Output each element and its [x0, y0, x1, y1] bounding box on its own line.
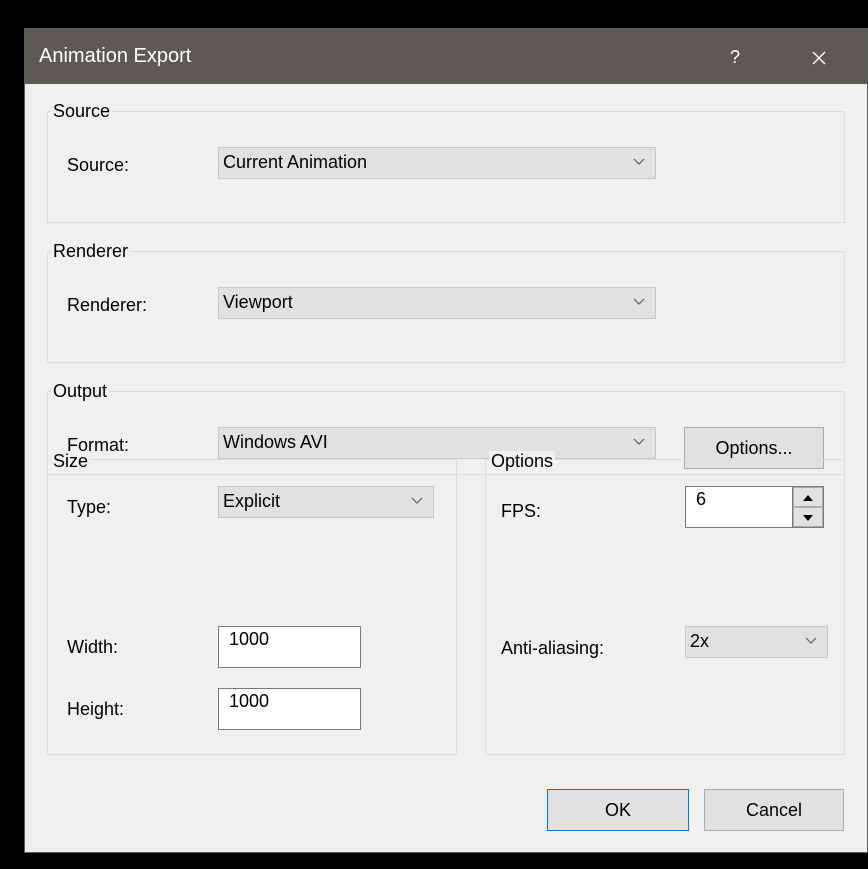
- fps-increment-button[interactable]: [793, 487, 823, 507]
- source-group-label: Source: [51, 101, 113, 122]
- format-dropdown-value: Windows AVI: [223, 432, 328, 452]
- source-dropdown-value: Current Animation: [223, 152, 368, 172]
- fps-field-value: 6: [696, 489, 707, 509]
- size-group-label: Size: [51, 451, 91, 472]
- fps-field[interactable]: 6: [685, 486, 793, 528]
- height-field[interactable]: 1000: [218, 688, 361, 730]
- width-field-value: 1000: [229, 629, 270, 649]
- chevron-down-icon: [633, 438, 645, 445]
- fps-stepper: [792, 486, 824, 528]
- anti-aliasing-dropdown-value: 2x: [690, 631, 710, 651]
- anti-aliasing-dropdown[interactable]: 2x: [685, 626, 828, 658]
- cancel-button[interactable]: Cancel: [704, 789, 844, 831]
- renderer-dropdown[interactable]: Viewport: [218, 287, 656, 319]
- fps-decrement-button[interactable]: [793, 507, 823, 527]
- size-type-label: Type:: [67, 497, 112, 517]
- animation-export-dialog: Animation Export ? Source Source: Curren…: [24, 28, 868, 853]
- source-dropdown[interactable]: Current Animation: [218, 147, 656, 179]
- close-button[interactable]: [797, 37, 841, 77]
- ok-button[interactable]: OK: [547, 789, 689, 831]
- options-group-label: Options: [489, 451, 556, 472]
- width-label: Width:: [67, 637, 119, 657]
- size-type-dropdown-value: Explicit: [223, 491, 281, 511]
- height-field-value: 1000: [229, 691, 270, 711]
- dialog-title: Animation Export: [39, 45, 192, 67]
- chevron-down-icon: [411, 497, 423, 504]
- renderer-label: Renderer:: [67, 295, 148, 315]
- close-icon: [812, 51, 826, 65]
- source-label: Source:: [67, 155, 130, 175]
- renderer-group-label: Renderer: [51, 241, 131, 262]
- format-dropdown[interactable]: Windows AVI: [218, 427, 656, 459]
- arrow-down-icon: [803, 515, 813, 521]
- chevron-down-icon: [633, 158, 645, 165]
- help-button[interactable]: ?: [713, 37, 757, 77]
- chevron-down-icon: [805, 637, 817, 644]
- output-group-label: Output: [51, 381, 110, 402]
- anti-aliasing-label: Anti-aliasing:: [501, 638, 605, 658]
- height-label: Height:: [67, 699, 125, 719]
- title-bar[interactable]: Animation Export ?: [25, 29, 867, 84]
- fps-label: FPS:: [501, 501, 542, 521]
- width-field[interactable]: 1000: [218, 626, 361, 668]
- size-type-dropdown[interactable]: Explicit: [218, 486, 434, 518]
- chevron-down-icon: [633, 298, 645, 305]
- arrow-up-icon: [803, 495, 813, 501]
- renderer-dropdown-value: Viewport: [223, 292, 293, 312]
